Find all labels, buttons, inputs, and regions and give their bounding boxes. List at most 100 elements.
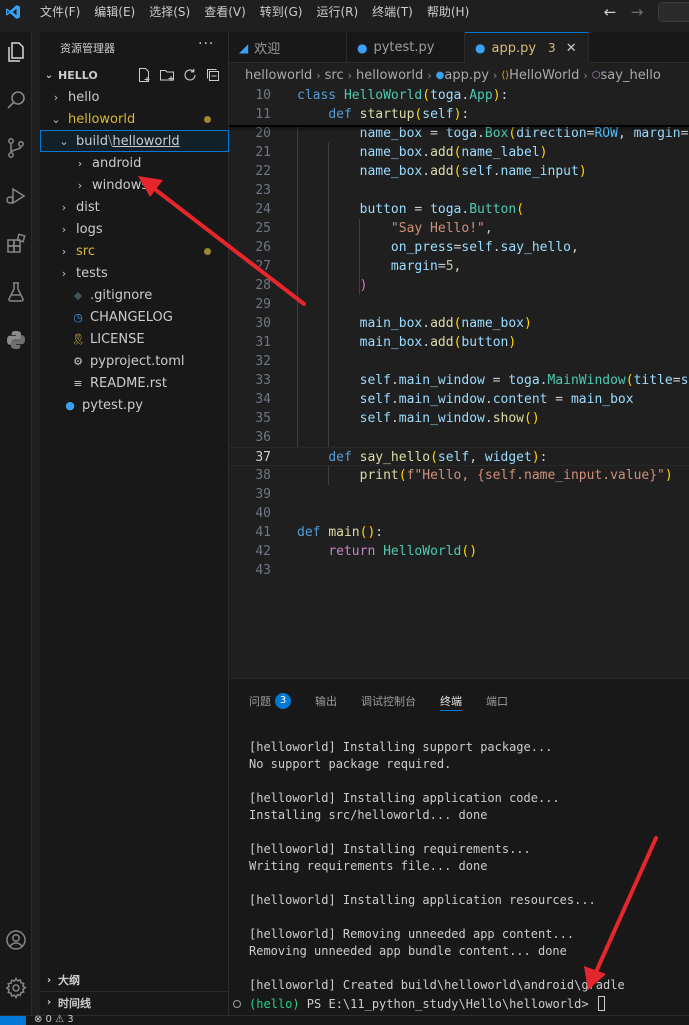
testing-flask-icon[interactable]	[4, 280, 28, 304]
problems-status[interactable]: ⊗ 0 ⚠ 3	[34, 1014, 74, 1025]
tree-item-label-compact: helloworld	[112, 133, 180, 149]
line-number: 28	[255, 278, 271, 293]
line-number: 37	[255, 450, 271, 465]
chevron-right-icon: ›	[61, 222, 67, 236]
indent-guide	[328, 466, 329, 485]
panel-tab[interactable]: 终端	[440, 691, 462, 711]
extensions-icon[interactable]	[4, 232, 28, 256]
tab-欢迎[interactable]: ◢ 欢迎	[229, 32, 347, 63]
run-debug-icon[interactable]	[4, 184, 28, 208]
tree-item-label: src	[76, 243, 95, 259]
new-folder-icon[interactable]	[159, 67, 175, 83]
source-control-icon[interactable]	[4, 136, 28, 160]
terminal-output[interactable]: [helloworld] Installing support package.…	[249, 739, 625, 994]
panel-tab[interactable]: 端口	[486, 691, 508, 711]
tree-item-license[interactable]: 🎗 LICENSE	[40, 328, 229, 350]
code-line: 34 self.main_window.content = main_box	[229, 390, 689, 409]
code-text: name_box.add(name_label)	[359, 145, 548, 160]
account-icon[interactable]	[4, 928, 28, 952]
new-file-icon[interactable]	[136, 67, 152, 83]
menu-item[interactable]: 编辑(E)	[87, 0, 142, 24]
tree-item-label: LICENSE	[90, 331, 145, 347]
breadcrumb-item[interactable]: app.py	[444, 68, 489, 83]
breadcrumb-item[interactable]: say_hello	[601, 68, 661, 83]
code-text: self.main_window.show()	[359, 411, 540, 426]
explorer-icon[interactable]	[4, 40, 28, 64]
python-icon: ●	[357, 40, 368, 55]
terminal-line: [helloworld] Installing application code…	[249, 791, 560, 805]
tree-item-readmerst[interactable]: ≡ README.rst	[40, 372, 229, 394]
tree-item-pyprojecttoml[interactable]: ⚙ pyproject.toml	[40, 350, 229, 372]
command-center-search[interactable]	[658, 2, 689, 22]
terminal-line: [helloworld] Installing requirements...	[249, 842, 531, 856]
tree-item-android[interactable]: › android	[40, 152, 229, 174]
search-icon[interactable]	[4, 88, 28, 112]
tree-item-helloworld[interactable]: ⌄ helloworld	[40, 108, 229, 130]
menu-item[interactable]: 查看(V)	[197, 0, 253, 24]
tree-item-windows[interactable]: › windows	[40, 174, 229, 196]
code-line: 42 return HelloWorld()	[229, 542, 689, 561]
panel-tab[interactable]: 调试控制台	[361, 691, 416, 711]
terminal-line: [helloworld] Installing application reso…	[249, 893, 596, 907]
more-actions-icon[interactable]: ···	[198, 36, 214, 52]
panel-tab-label: 终端	[440, 694, 462, 708]
menu-item[interactable]: 选择(S)	[142, 0, 197, 24]
modified-dot-icon	[204, 116, 211, 123]
menu-item[interactable]: 文件(F)	[33, 0, 87, 24]
tree-item-gitignore[interactable]: ◆ .gitignore	[40, 284, 229, 306]
tree-item-src[interactable]: › src	[40, 240, 229, 262]
tree-item-dist[interactable]: › dist	[40, 196, 229, 218]
code-editor[interactable]: 10 class HelloWorld(toga.App): 11 def star…	[229, 86, 689, 678]
breadcrumb-item[interactable]: HelloWorld	[509, 68, 579, 83]
remote-indicator-icon[interactable]	[0, 1016, 26, 1025]
breadcrumb-item[interactable]: src	[325, 68, 344, 83]
timeline-section[interactable]: › 时间线	[40, 991, 229, 1013]
panel-tab[interactable]: 问题 3	[249, 691, 291, 711]
tree-item-label: .gitignore	[90, 287, 153, 303]
menu-item[interactable]: 终端(T)	[365, 0, 420, 24]
back-arrow-icon[interactable]: ←	[601, 3, 619, 21]
breadcrumb-item[interactable]: helloworld	[245, 68, 312, 83]
collapse-all-icon[interactable]	[205, 67, 221, 83]
vscode-icon: ◢	[239, 40, 249, 55]
code-line: 39	[229, 485, 689, 504]
panel-tab-label: 问题	[249, 695, 271, 708]
menu-item[interactable]: 帮助(H)	[420, 0, 476, 24]
refresh-icon[interactable]	[182, 67, 198, 83]
tree-item-build[interactable]: ⌄ build \ helloworld	[40, 130, 229, 152]
explorer-toolbar	[136, 67, 221, 83]
tree-item-changelog[interactable]: ◷ CHANGELOG	[40, 306, 229, 328]
tab-app-py[interactable]: ● app.py 3 ✕	[465, 32, 589, 63]
code-line: 22 name_box.add(self.name_input)	[229, 162, 689, 181]
forward-arrow-icon[interactable]: →	[628, 3, 646, 21]
menu-item[interactable]: 运行(R)	[309, 0, 365, 24]
code-line: 29	[229, 295, 689, 314]
menu-item[interactable]: 转到(G)	[253, 0, 310, 24]
terminal-prompt[interactable]: (hello) PS E:\11_python_study\Hello\hell…	[233, 995, 605, 1012]
workspace-header[interactable]: ⌄ HELLO	[40, 64, 229, 86]
settings-gear-icon[interactable]	[4, 976, 28, 1000]
code-line: 37 def say_hello(self, widget):	[229, 447, 689, 466]
tree-item-tests[interactable]: › tests	[40, 262, 229, 284]
terminal-cursor	[597, 996, 605, 1011]
panel-tab[interactable]: 输出	[315, 691, 337, 711]
python-icon[interactable]	[4, 328, 28, 352]
code-text: def main():	[297, 525, 384, 540]
breadcrumb-item[interactable]: helloworld	[356, 68, 423, 83]
explorer-title: 资源管理器	[60, 42, 115, 55]
code-line: 25 "Say Hello!",	[229, 219, 689, 238]
code-line: 31 main_box.add(button)	[229, 333, 689, 352]
panel-tab-label: 输出	[315, 695, 337, 708]
outline-section[interactable]: › 大纲	[40, 969, 229, 991]
tab-pytest-py[interactable]: ● pytest.py	[347, 32, 465, 63]
tree-item-hello[interactable]: › hello	[40, 86, 229, 108]
chevron-down-icon: ⌄	[51, 112, 61, 126]
code-line: 33 self.main_window = toga.MainWindow(ti…	[229, 371, 689, 390]
line-number: 42	[255, 544, 271, 559]
tree-item-label: tests	[76, 265, 108, 281]
tree-item-logs[interactable]: › logs	[40, 218, 229, 240]
tree-item-pytestpy[interactable]: ● pytest.py	[40, 394, 229, 416]
close-icon[interactable]: ✕	[566, 41, 577, 56]
